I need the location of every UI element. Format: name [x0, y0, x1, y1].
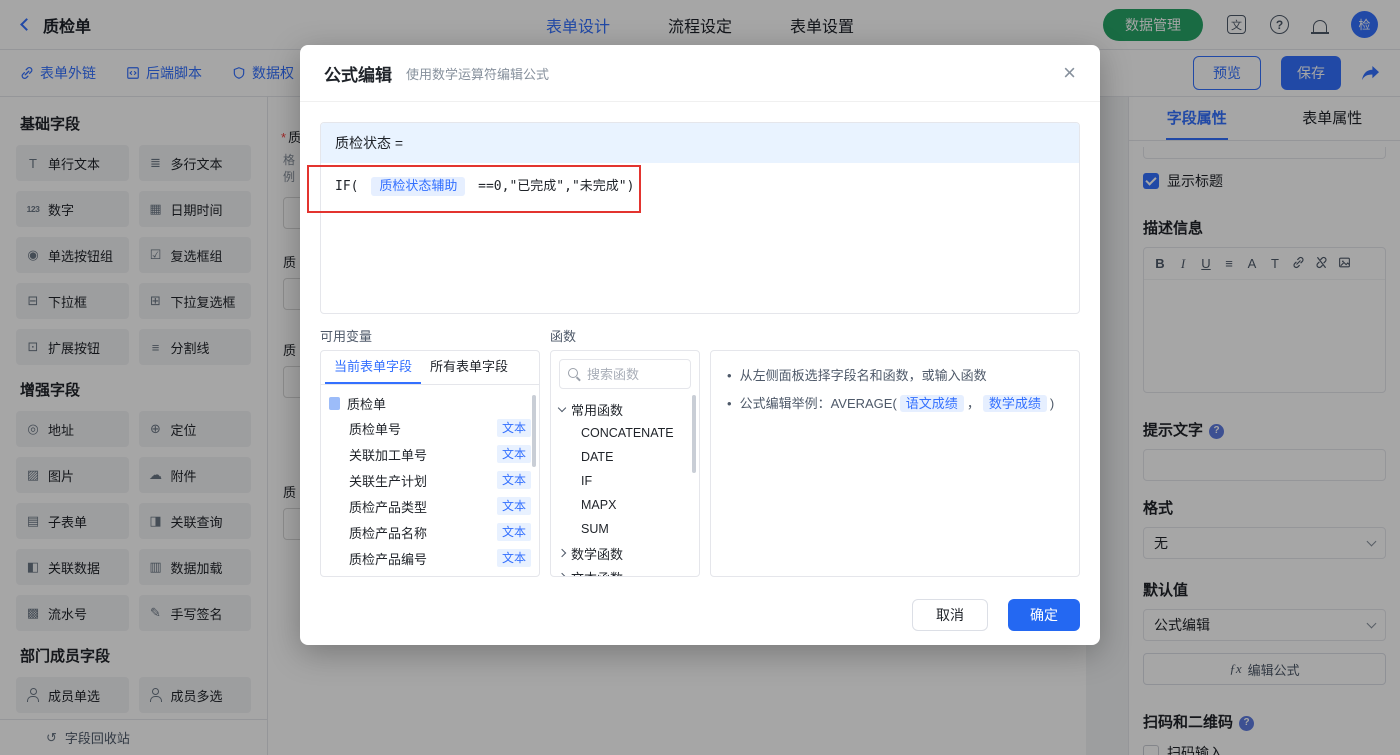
dialog-footer: 取消 确定 [320, 599, 1080, 631]
example-prefix: 公式编辑举例：AVERAGE( [739, 396, 897, 411]
example-separator: ， [966, 396, 980, 411]
function-item[interactable]: IF [559, 469, 691, 493]
type-badge: 文本 [496, 497, 531, 515]
functions-section-label: 函数 [550, 329, 577, 344]
function-group-common[interactable]: 常用函数 [557, 397, 691, 421]
function-group-math[interactable]: 数学函数 [557, 541, 691, 565]
formula-prefix: IF( [335, 179, 359, 194]
type-badge: 文本 [496, 419, 531, 437]
variable-item[interactable]: 质检产品名称 文本 [329, 519, 531, 545]
dialog-subtitle: 使用数学运算符编辑公式 [406, 66, 550, 82]
variable-name: 质检产品名称 [349, 525, 428, 541]
tree-root-label: 质检单 [347, 396, 387, 412]
scrollbar-thumb[interactable] [692, 395, 696, 473]
formula-edit-dialog: 公式编辑 使用数学运算符编辑公式 × 质检状态 = IF( 质检状态辅助 ==0… [300, 45, 1100, 645]
type-badge: 文本 [496, 523, 531, 541]
function-group-text[interactable]: 文本函数 [557, 565, 691, 577]
type-badge: 文本 [496, 445, 531, 463]
dialog-header: 公式编辑 使用数学运算符编辑公式 × [300, 45, 1100, 102]
type-badge: 文本 [496, 471, 531, 489]
confirm-button[interactable]: 确定 [1008, 599, 1080, 631]
tab-current-form-fields[interactable]: 当前表单字段 [325, 351, 422, 384]
app-window: 质检单 表单设计 流程设定 表单设置 数据管理 文 ? 检 表单外链 后端脚本 … [0, 0, 1400, 755]
function-search-input[interactable] [587, 366, 682, 382]
function-group-label: 文本函数 [571, 568, 623, 577]
chevron-right-icon [557, 572, 567, 576]
variables-tree: 质检单 质检单号 文本 关联加工单号 文本 关联生产计划 文本 质检产品类型 文本 质检… [321, 385, 539, 576]
variables-tabs: 当前表单字段 所有表单字段 [321, 351, 539, 385]
function-item[interactable]: SUM [559, 517, 691, 541]
function-group-label: 数学函数 [571, 546, 624, 562]
variables-section-label: 可用变量 [320, 329, 373, 344]
formula-suffix: ==0,"已完成","未完成") [478, 179, 635, 194]
formula-target-row: 质检状态 = [321, 123, 1079, 163]
field-token-chip: 质检状态辅助 [371, 177, 466, 196]
function-search [559, 359, 691, 389]
dialog-title: 公式编辑 [324, 65, 392, 85]
help-tip-example: 公式编辑举例：AVERAGE(语文成绩，数学成绩) [727, 393, 1063, 415]
example-suffix: ) [1049, 396, 1055, 411]
function-item[interactable]: CONCATENATE [559, 421, 691, 445]
variable-item[interactable]: 质检产品类型 文本 [329, 493, 531, 519]
tab-all-form-fields[interactable]: 所有表单字段 [421, 351, 517, 384]
chevron-right-icon [557, 548, 567, 558]
variable-name: 关联加工单号 [349, 447, 428, 463]
variable-name: 关联生产计划 [349, 473, 428, 489]
type-badge: 文本 [496, 549, 531, 567]
example-field-chip: 语文成绩 [899, 395, 964, 412]
cancel-button[interactable]: 取消 [912, 599, 988, 631]
variable-item[interactable]: 质检单号 文本 [329, 415, 531, 441]
variable-item[interactable]: 关联加工单号 文本 [329, 441, 531, 467]
variable-item[interactable]: 关联生产计划 文本 [329, 467, 531, 493]
variable-name: 质检产品类型 [349, 499, 428, 515]
tree-root-item[interactable]: 质检单 [329, 391, 531, 415]
document-icon [329, 396, 340, 410]
search-icon [568, 367, 581, 381]
formula-input-area[interactable]: IF( 质检状态辅助 ==0,"已完成","未完成") [321, 163, 1079, 313]
variable-name: 质检产品编号 [349, 551, 428, 567]
scrollbar-thumb[interactable] [532, 395, 536, 467]
function-item[interactable]: MAPX [559, 493, 691, 517]
help-panel: 从左侧面板选择字段名和函数，或输入函数 公式编辑举例：AVERAGE(语文成绩，… [710, 350, 1080, 577]
variable-name: 质检单号 [349, 421, 402, 437]
help-tip: 从左侧面板选择字段名和函数，或输入函数 [727, 365, 1063, 387]
example-field-chip: 数学成绩 [982, 395, 1047, 412]
functions-panel: 常用函数 CONCATENATE DATE IF MAPX SUM 数学函数 [550, 350, 700, 577]
chevron-down-icon [557, 403, 567, 412]
close-icon[interactable]: × [1063, 62, 1076, 84]
function-item[interactable]: DATE [559, 445, 691, 469]
function-group-label: 常用函数 [571, 402, 624, 418]
variable-item[interactable]: 质检产品编号 文本 [329, 545, 531, 571]
variables-panel: 当前表单字段 所有表单字段 质检单 质检单号 文本 关联加工单号 文本 关联生产计划… [320, 350, 540, 577]
formula-editor: 质检状态 = IF( 质检状态辅助 ==0,"已完成","未完成") [320, 122, 1080, 314]
